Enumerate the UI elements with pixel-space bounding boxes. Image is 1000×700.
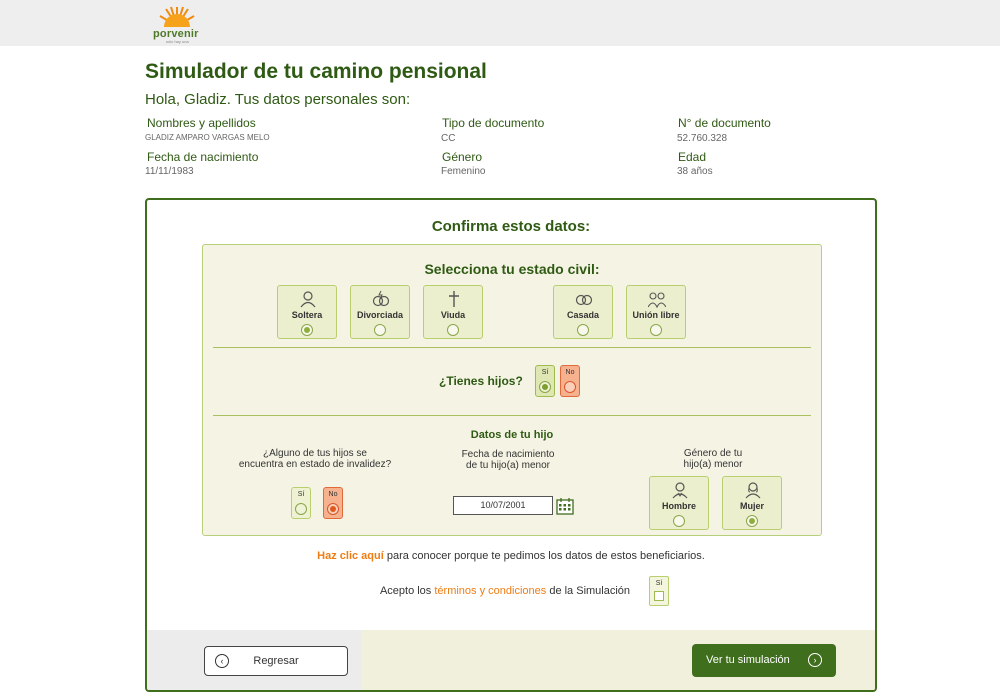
child-data-title: Datos de tu hijo [470, 429, 554, 441]
no-radio[interactable] [327, 503, 339, 515]
gender-radio[interactable] [673, 515, 685, 527]
docnum-value: 52.760.328 [677, 133, 728, 144]
civil-option-label: Unión libre [632, 310, 680, 320]
back-button[interactable]: ‹ Regresar [204, 646, 348, 676]
invalidity-question: ¿Alguno de tus hijos se encuentra en est… [215, 448, 415, 470]
doctype-value: CC [441, 133, 456, 144]
page-title: Simulador de tu camino pensional [145, 60, 487, 83]
civil-radio[interactable] [577, 324, 589, 336]
civil-radio[interactable] [301, 324, 313, 336]
info-text: para conocer porque te pedimos los datos… [383, 550, 705, 562]
gender-radio[interactable] [746, 515, 758, 527]
info-link[interactable]: Haz clic aquí [317, 550, 384, 562]
cross-icon [449, 291, 459, 307]
broken-rings-icon [372, 290, 390, 307]
children-no-option[interactable]: No [560, 365, 580, 397]
yes-radio[interactable] [539, 381, 551, 393]
back-button-label: Regresar [253, 655, 299, 667]
invalidity-no-option[interactable]: No [323, 487, 343, 519]
civil-option-viuda[interactable]: Viuda [423, 285, 483, 339]
greeting: Hola, Gladiz. Tus datos personales son: [145, 91, 411, 108]
divider [213, 415, 811, 416]
name-label: Nombres y apellidos [147, 116, 256, 130]
children-question: ¿Tienes hijos? [439, 374, 523, 388]
terms-link[interactable]: términos [434, 585, 476, 597]
question-line: Fecha de nacimiento [461, 449, 555, 460]
confirm-card: Confirma estos datos: Selecciona tu esta… [145, 198, 877, 692]
view-simulation-button[interactable]: Ver tu simulación › [692, 644, 836, 677]
question-line: de tu hijo(a) menor [466, 460, 550, 471]
question-line: Género de tu [683, 448, 743, 459]
yes-label: Sí [297, 491, 305, 498]
yes-radio[interactable] [295, 503, 307, 515]
civil-radio[interactable] [447, 324, 459, 336]
terms-text: Acepto los [379, 585, 435, 597]
civil-option-label: Viuda [440, 310, 466, 320]
child-gender-male[interactable]: Hombre [649, 476, 709, 530]
gender-value: Femenino [441, 166, 486, 177]
question-line: hijo(a) menor [683, 459, 743, 470]
civil-option-union-libre[interactable]: Unión libre [626, 285, 686, 339]
civil-option-label: Soltera [291, 310, 323, 320]
doctype-label: Tipo de documento [442, 116, 545, 130]
civil-option-divorciada[interactable]: Divorciada [350, 285, 410, 339]
no-label: No [328, 491, 338, 498]
couple-icon [648, 292, 666, 308]
checkbox-label: Sí [655, 580, 663, 587]
civil-option-label: Divorciada [356, 310, 404, 320]
woman-icon [745, 482, 761, 499]
yes-label: Sí [541, 369, 549, 376]
man-icon [672, 482, 688, 499]
beneficiaries-info: Haz clic aquí para conocer porque te ped… [147, 550, 875, 562]
no-radio[interactable] [564, 381, 576, 393]
terms-text: de la Simulación [546, 585, 631, 597]
arrow-right-icon: › [808, 653, 822, 667]
rings-icon [575, 294, 593, 306]
terms-checkbox[interactable]: Sí [649, 576, 669, 606]
docnum-label: N° de documento [678, 116, 771, 130]
age-label: Edad [678, 150, 707, 164]
civil-option-label: Casada [566, 310, 600, 320]
child-birthdate-input[interactable]: 10/07/2001 [453, 496, 553, 515]
calendar-icon[interactable] [556, 497, 574, 515]
question-line: encuentra en estado de invalidez? [238, 459, 392, 470]
birthdate-value: 11/11/1983 [145, 166, 194, 177]
conditions-link[interactable]: condiciones [488, 585, 546, 597]
birthdate-label: Fecha de nacimiento [147, 150, 259, 164]
child-gender-female[interactable]: Mujer [722, 476, 782, 530]
form-panel: Selecciona tu estado civil: Soltera Divo… [202, 244, 822, 536]
confirm-title: Confirma estos datos: [431, 218, 591, 235]
divider [213, 347, 811, 348]
civil-status-title: Selecciona tu estado civil: [424, 261, 600, 277]
children-yes-option[interactable]: Sí [535, 365, 555, 397]
porvenir-logo[interactable]: porvenir sólo hay una [148, 4, 206, 44]
child-gender-question: Género de tu hijo(a) menor [653, 448, 773, 470]
gender-label: Género [442, 150, 483, 164]
civil-option-soltera[interactable]: Soltera [277, 285, 337, 339]
top-bar: porvenir sólo hay una [0, 0, 1000, 46]
name-value: GLADIZ AMPARO VARGAS MELO [145, 133, 270, 142]
gender-label: Mujer [739, 501, 764, 511]
terms-text-and: y [476, 585, 489, 597]
sun-logo-icon [159, 6, 195, 27]
question-line: ¿Alguno de tus hijos se [263, 448, 367, 459]
checkbox-square[interactable] [654, 591, 664, 601]
gender-label: Hombre [661, 501, 696, 511]
view-simulation-label: Ver tu simulación [706, 654, 790, 666]
brand-tagline: sólo hay una [166, 39, 189, 44]
age-value: 38 años [677, 166, 713, 177]
civil-radio[interactable] [374, 324, 386, 336]
terms-line: Acepto los términos y condiciones de la … [147, 585, 869, 597]
child-birth-question: Fecha de nacimiento de tu hijo(a) menor [433, 449, 583, 471]
invalidity-yes-option[interactable]: Sí [291, 487, 311, 519]
civil-radio[interactable] [650, 324, 662, 336]
civil-option-casada[interactable]: Casada [553, 285, 613, 339]
no-label: No [565, 369, 575, 376]
person-icon [300, 291, 316, 308]
